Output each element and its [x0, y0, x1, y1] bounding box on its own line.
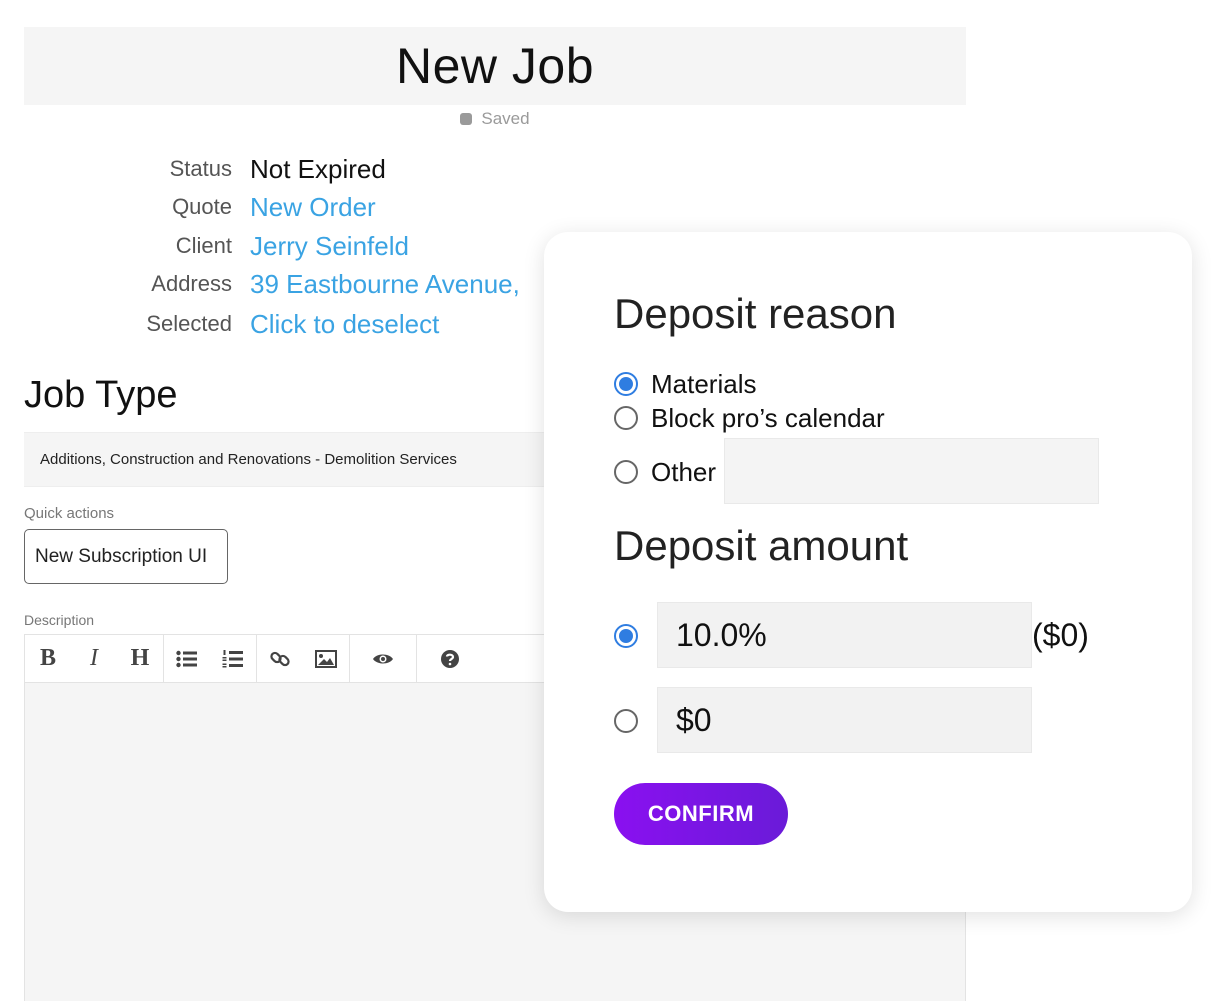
preview-button[interactable]: [350, 635, 416, 682]
toolbar-group-text: B I H: [25, 635, 164, 682]
link-button[interactable]: [257, 635, 303, 682]
quote-link[interactable]: New Order: [250, 192, 376, 223]
link-icon: [270, 651, 290, 666]
deposit-amount-heading: Deposit amount: [614, 522, 909, 569]
radio-other[interactable]: [614, 460, 638, 484]
percent-equivalent-amount: ($0): [1032, 617, 1089, 653]
description-label: Description: [24, 612, 95, 628]
saved-dot-icon: [460, 113, 473, 125]
quick-actions-label: Quick actions: [24, 505, 115, 522]
radio-fixed-amount[interactable]: [614, 709, 638, 733]
radio-materials[interactable]: [614, 372, 638, 396]
heading-button[interactable]: H: [117, 635, 163, 682]
italic-button[interactable]: I: [71, 635, 117, 682]
toolbar-group-media: [257, 635, 350, 682]
fixed-amount-input[interactable]: $0: [657, 687, 1032, 753]
job-type-field[interactable]: Additions, Construction and Renovations …: [24, 432, 564, 487]
saved-indicator: Saved: [24, 109, 966, 129]
title-bar: New Job: [24, 27, 966, 105]
eye-icon: [373, 654, 393, 663]
block-calendar-label: Block pro’s calendar: [651, 403, 885, 433]
client-link[interactable]: Jerry Seinfeld: [250, 231, 409, 262]
toolbar-group-lists: [164, 635, 257, 682]
radio-percent-amount[interactable]: [614, 624, 638, 648]
other-label: Other: [651, 457, 717, 487]
new-subscription-button[interactable]: New Subscription UI: [24, 529, 228, 584]
image-button[interactable]: [303, 635, 349, 682]
question-circle-icon: [441, 649, 459, 668]
status-value: Not Expired: [250, 153, 386, 184]
confirm-button[interactable]: CONFIRM: [614, 783, 788, 845]
percent-amount-input[interactable]: 10.0%: [657, 602, 1032, 668]
editor-toolbar: B I H: [24, 634, 564, 683]
saved-label: Saved: [481, 109, 530, 128]
toolbar-group-preview: [350, 635, 417, 682]
toolbar-group-help: [417, 635, 483, 682]
page-title: New Job: [395, 38, 595, 94]
deposit-reason-heading: Deposit reason: [614, 290, 897, 337]
bold-button[interactable]: B: [25, 635, 71, 682]
bullet-list-icon: [176, 650, 197, 667]
deposit-modal: Deposit reason Materials Block pro’s cal…: [544, 232, 1192, 912]
help-button[interactable]: [417, 635, 483, 682]
detail-label: Quote: [172, 194, 232, 219]
detail-label: Address: [151, 271, 232, 296]
radio-block-calendar[interactable]: [614, 406, 638, 430]
numbered-list-button[interactable]: [210, 635, 256, 682]
deselect-link[interactable]: Click to deselect: [250, 309, 439, 340]
job-type-heading: Job Type: [24, 374, 178, 416]
bullet-list-button[interactable]: [164, 635, 210, 682]
detail-label: Client: [175, 233, 232, 258]
image-icon: [315, 649, 337, 668]
materials-label: Materials: [651, 369, 757, 399]
numbered-list-icon: [222, 649, 243, 667]
detail-label: Status: [169, 156, 232, 181]
address-link[interactable]: 39 Eastbourne Avenue,: [250, 269, 520, 300]
detail-label: Selected: [146, 311, 232, 336]
other-reason-input[interactable]: [724, 438, 1099, 504]
